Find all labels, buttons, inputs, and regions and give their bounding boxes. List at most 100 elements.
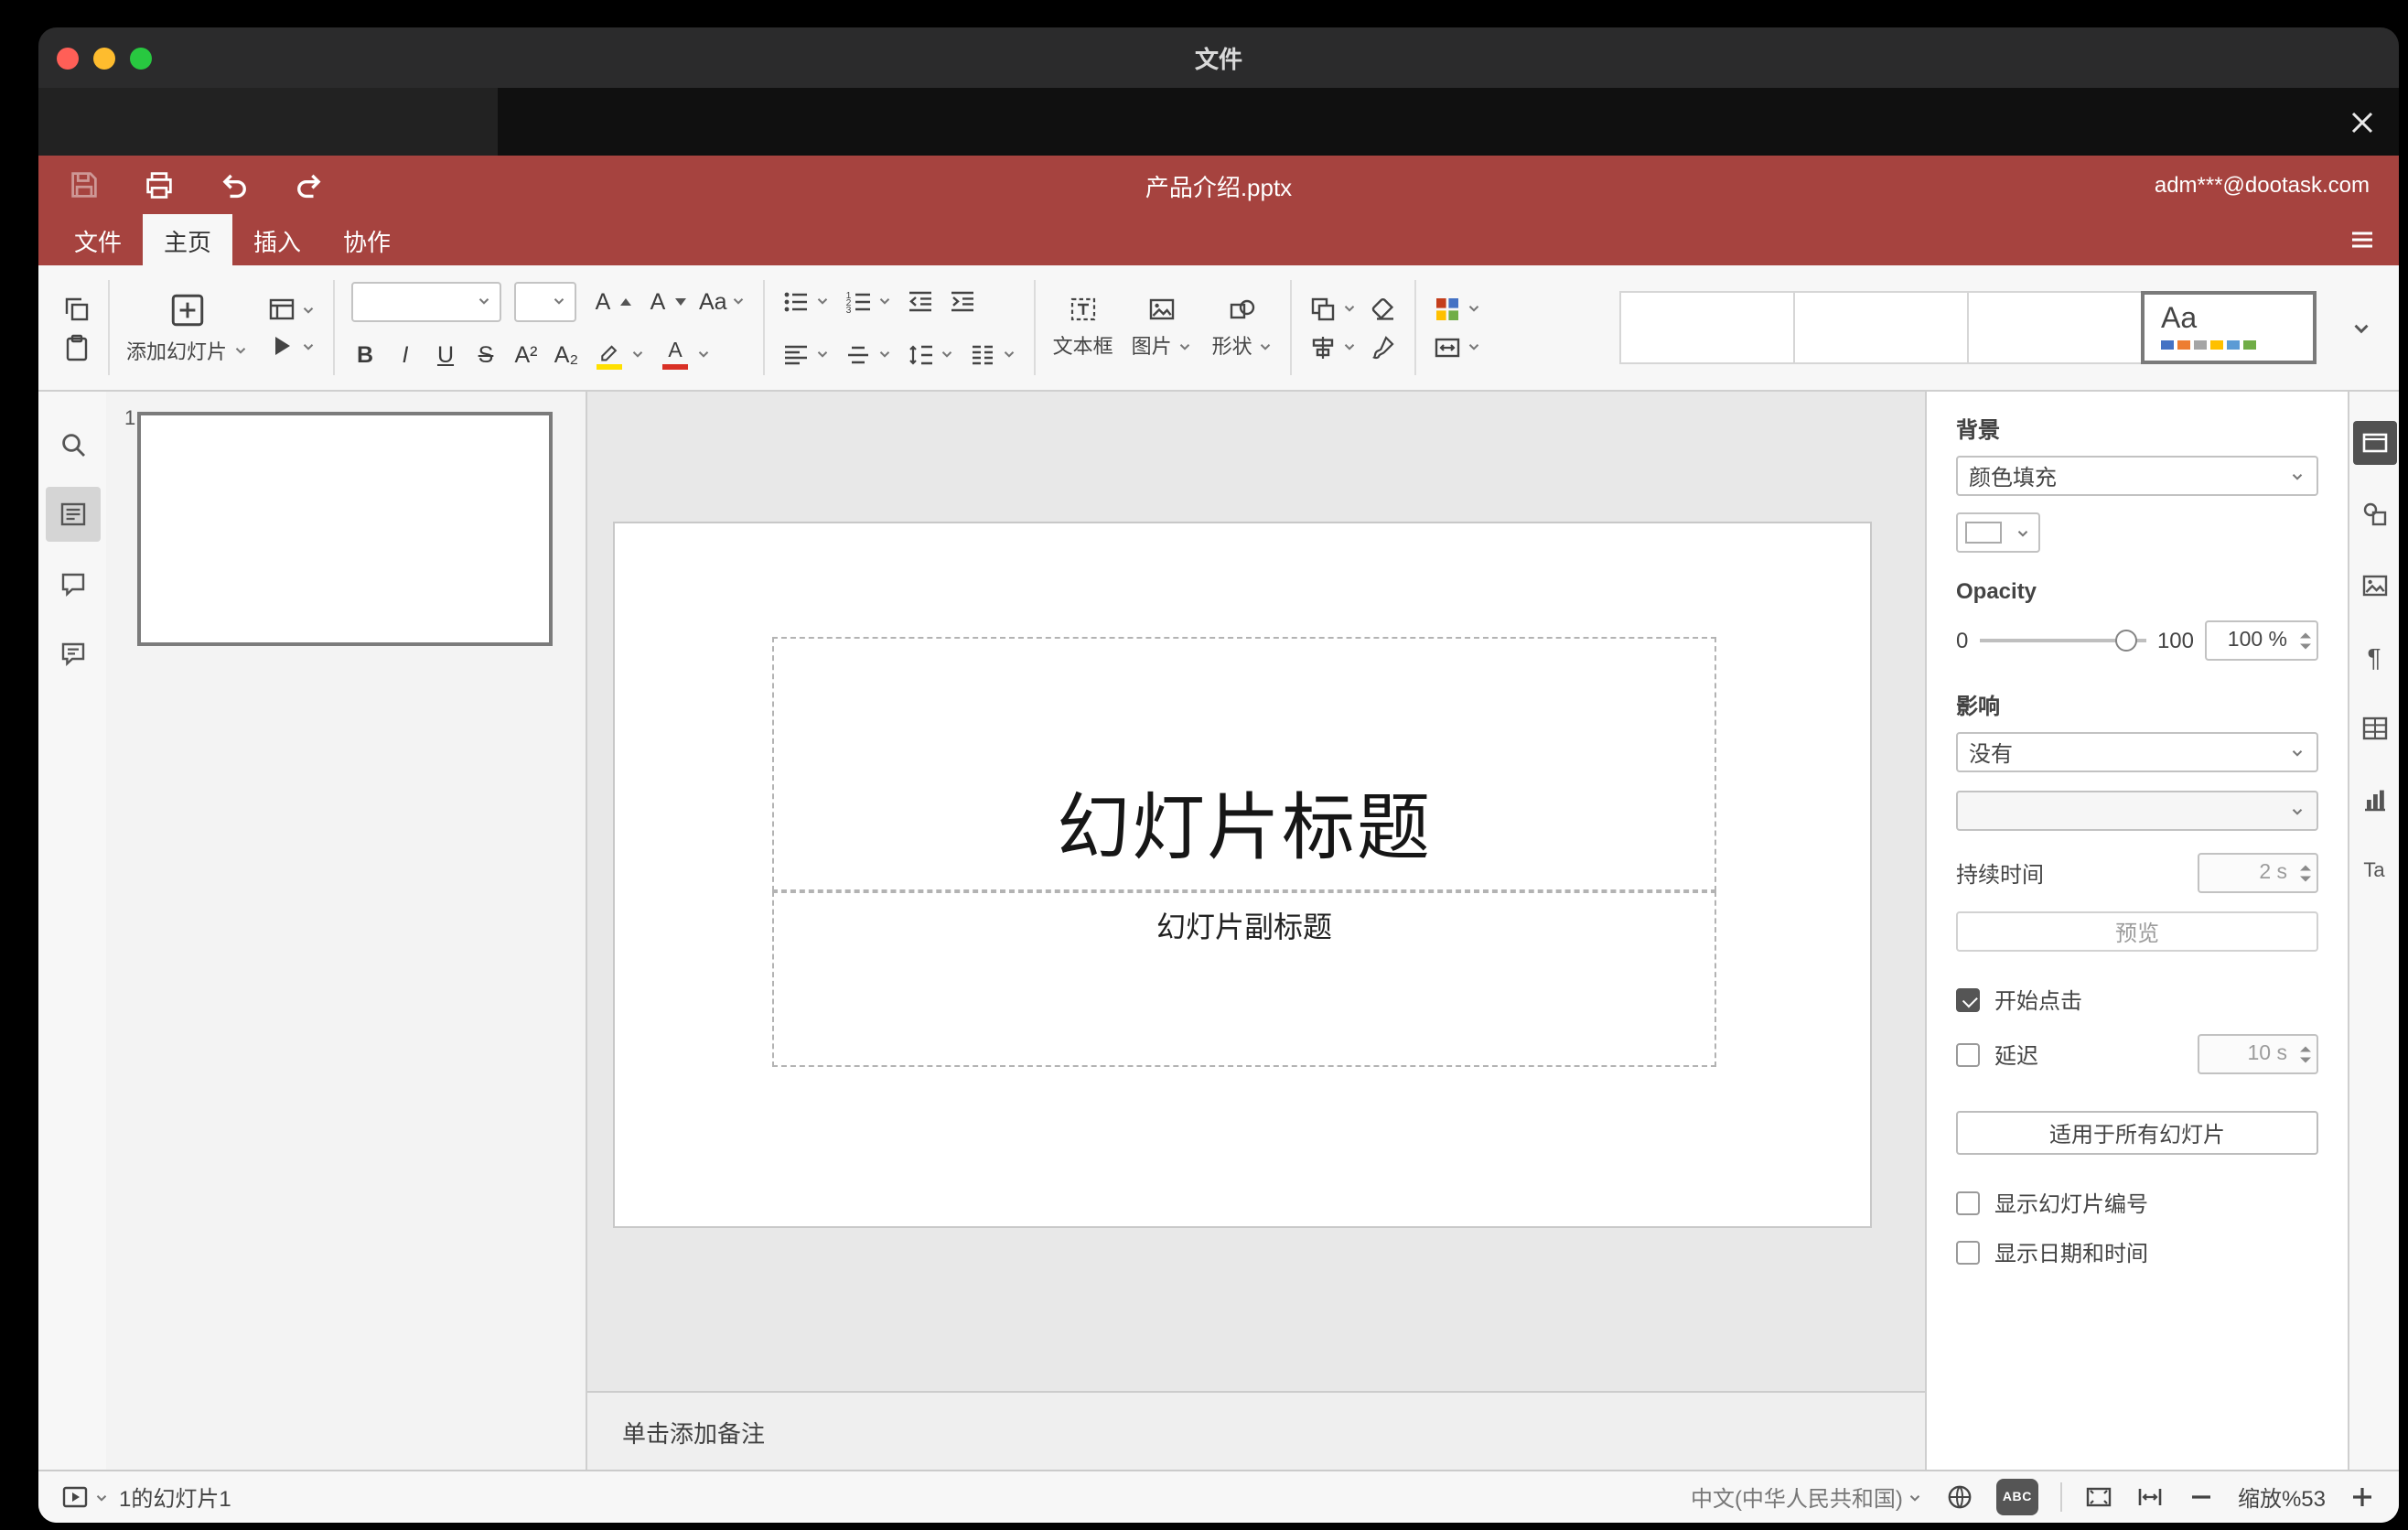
tab-collaboration[interactable]: 协作 (322, 214, 412, 265)
slide-surface[interactable]: 幻灯片标题 幻灯片副标题 (613, 522, 1872, 1228)
columns-button[interactable] (969, 339, 1018, 369)
paragraph-settings-button[interactable]: ¶ (2352, 635, 2396, 679)
copy-button[interactable] (62, 294, 91, 323)
line-spacing-button[interactable] (907, 339, 956, 369)
strikethrough-button[interactable]: S (472, 336, 500, 372)
color-scheme-button[interactable] (1434, 294, 1483, 323)
chevron-down-icon (300, 301, 317, 318)
increase-font-button[interactable]: A (589, 283, 631, 319)
delay-spinner[interactable]: 10 s (2198, 1034, 2318, 1074)
decrease-indent-button[interactable] (907, 286, 936, 316)
close-dialog-button[interactable] (2348, 107, 2377, 136)
underline-button[interactable]: U (432, 336, 459, 372)
shape-settings-button[interactable] (2352, 492, 2396, 536)
language-select[interactable]: 中文(中华人民共和国) (1691, 1482, 1923, 1513)
change-case-button[interactable]: Aa (699, 283, 747, 319)
add-slide-button[interactable]: 添加幻灯片 (126, 290, 249, 365)
vertical-align-button[interactable] (844, 339, 894, 369)
table-settings-button[interactable] (2352, 706, 2396, 750)
align-shape-button[interactable] (1309, 332, 1359, 361)
zoom-in-button[interactable] (2348, 1482, 2377, 1512)
horizontal-align-button[interactable] (782, 339, 832, 369)
theme-thumbnail[interactable] (1619, 291, 1795, 364)
fit-to-slide-button[interactable] (2084, 1482, 2113, 1512)
font-name-select[interactable] (351, 281, 501, 321)
insert-image-button[interactable]: 图片 (1132, 295, 1194, 361)
slides-panel-button[interactable] (45, 487, 100, 542)
zoom-out-button[interactable] (2187, 1482, 2216, 1512)
superscript-button[interactable]: A² (512, 336, 540, 372)
print-button[interactable] (143, 168, 176, 201)
increase-indent-button[interactable] (949, 286, 978, 316)
fit-to-width-button[interactable] (2135, 1482, 2165, 1512)
copy-style-button[interactable] (1370, 332, 1399, 361)
tab-file[interactable]: 文件 (53, 214, 143, 265)
numbering-button[interactable] (844, 286, 894, 316)
opacity-slider[interactable] (1979, 630, 2146, 652)
highlight-color-button[interactable] (593, 339, 646, 369)
theme-gallery-expand-button[interactable] (2349, 316, 2373, 339)
italic-button[interactable]: I (392, 336, 419, 372)
textart-settings-button[interactable]: Ta (2352, 849, 2396, 893)
slide-size-button[interactable] (1434, 332, 1483, 361)
spinner-arrows-icon[interactable] (2300, 865, 2311, 881)
decrease-font-button[interactable]: A (644, 283, 686, 319)
zoom-window-button[interactable] (130, 47, 152, 69)
comments-panel-button[interactable] (45, 556, 100, 611)
slide-thumbnail[interactable] (137, 412, 553, 646)
insert-shape-button[interactable]: 形状 (1212, 295, 1274, 361)
spinner-arrows-icon[interactable] (2300, 632, 2311, 649)
start-on-click-checkbox[interactable] (1956, 988, 1980, 1012)
font-size-select[interactable] (514, 281, 576, 321)
start-slideshow-status-button[interactable] (60, 1482, 110, 1512)
insert-textbox-button[interactable]: 文本框 (1053, 295, 1113, 361)
show-date-time-checkbox[interactable] (1956, 1241, 1980, 1265)
transition-variant-select[interactable] (1956, 791, 2318, 831)
font-group: A A Aa B I U S A² A₂ A (346, 279, 753, 376)
subscript-button[interactable]: A₂ (553, 336, 580, 372)
chat-panel-button[interactable] (45, 626, 100, 681)
slide-title-placeholder[interactable]: 幻灯片标题 (772, 637, 1716, 891)
preview-button[interactable]: 预览 (1956, 911, 2318, 952)
change-layout-button[interactable] (267, 295, 317, 324)
theme-gallery: Aa (1619, 291, 2317, 364)
theme-thumbnail[interactable] (1967, 291, 2143, 364)
apply-to-all-slides-button[interactable]: 适用于所有幻灯片 (1956, 1111, 2318, 1155)
opacity-slider-knob[interactable] (2115, 630, 2137, 652)
chart-settings-button[interactable] (2352, 778, 2396, 822)
opacity-spinner[interactable]: 100 % (2205, 620, 2318, 661)
tab-home[interactable]: 主页 (143, 214, 232, 265)
bold-button[interactable]: B (351, 336, 379, 372)
slide-settings-button[interactable] (2352, 421, 2396, 465)
start-slideshow-button[interactable] (267, 331, 317, 361)
image-settings-button[interactable] (2352, 564, 2396, 608)
spinner-arrows-icon[interactable] (2300, 1046, 2311, 1062)
menu-button[interactable] (2348, 214, 2377, 265)
fill-color-select[interactable] (1956, 512, 2040, 553)
theme-thumbnail[interactable] (1793, 291, 1969, 364)
minimize-window-button[interactable] (93, 47, 115, 69)
slide-subtitle-placeholder[interactable]: 幻灯片副标题 (772, 891, 1716, 1067)
chevron-down-icon (2289, 803, 2306, 819)
font-color-button[interactable]: A (659, 339, 712, 369)
fill-type-select[interactable]: 颜色填充 (1956, 456, 2318, 496)
close-window-button[interactable] (57, 47, 79, 69)
delay-checkbox[interactable] (1956, 1042, 1980, 1066)
notes-area[interactable]: 单击添加备注 (587, 1391, 1925, 1470)
save-button[interactable] (68, 168, 101, 201)
redo-button[interactable] (293, 168, 326, 201)
paste-button[interactable] (62, 332, 91, 361)
theme-thumbnail-selected[interactable]: Aa (2141, 291, 2317, 364)
paragraph-icon: ¶ (2367, 642, 2381, 672)
undo-button[interactable] (218, 168, 251, 201)
search-panel-button[interactable] (45, 417, 100, 472)
show-slide-number-checkbox[interactable] (1956, 1191, 1980, 1215)
spellcheck-button[interactable]: ABC (1995, 1479, 2038, 1515)
tab-insert[interactable]: 插入 (232, 214, 322, 265)
bullets-button[interactable] (782, 286, 832, 316)
clear-style-button[interactable] (1370, 294, 1399, 323)
duration-spinner[interactable]: 2 s (2198, 853, 2318, 893)
arrange-shape-button[interactable] (1309, 294, 1359, 323)
transition-effect-select[interactable]: 没有 (1956, 732, 2318, 772)
document-language-button[interactable] (1945, 1482, 1974, 1512)
